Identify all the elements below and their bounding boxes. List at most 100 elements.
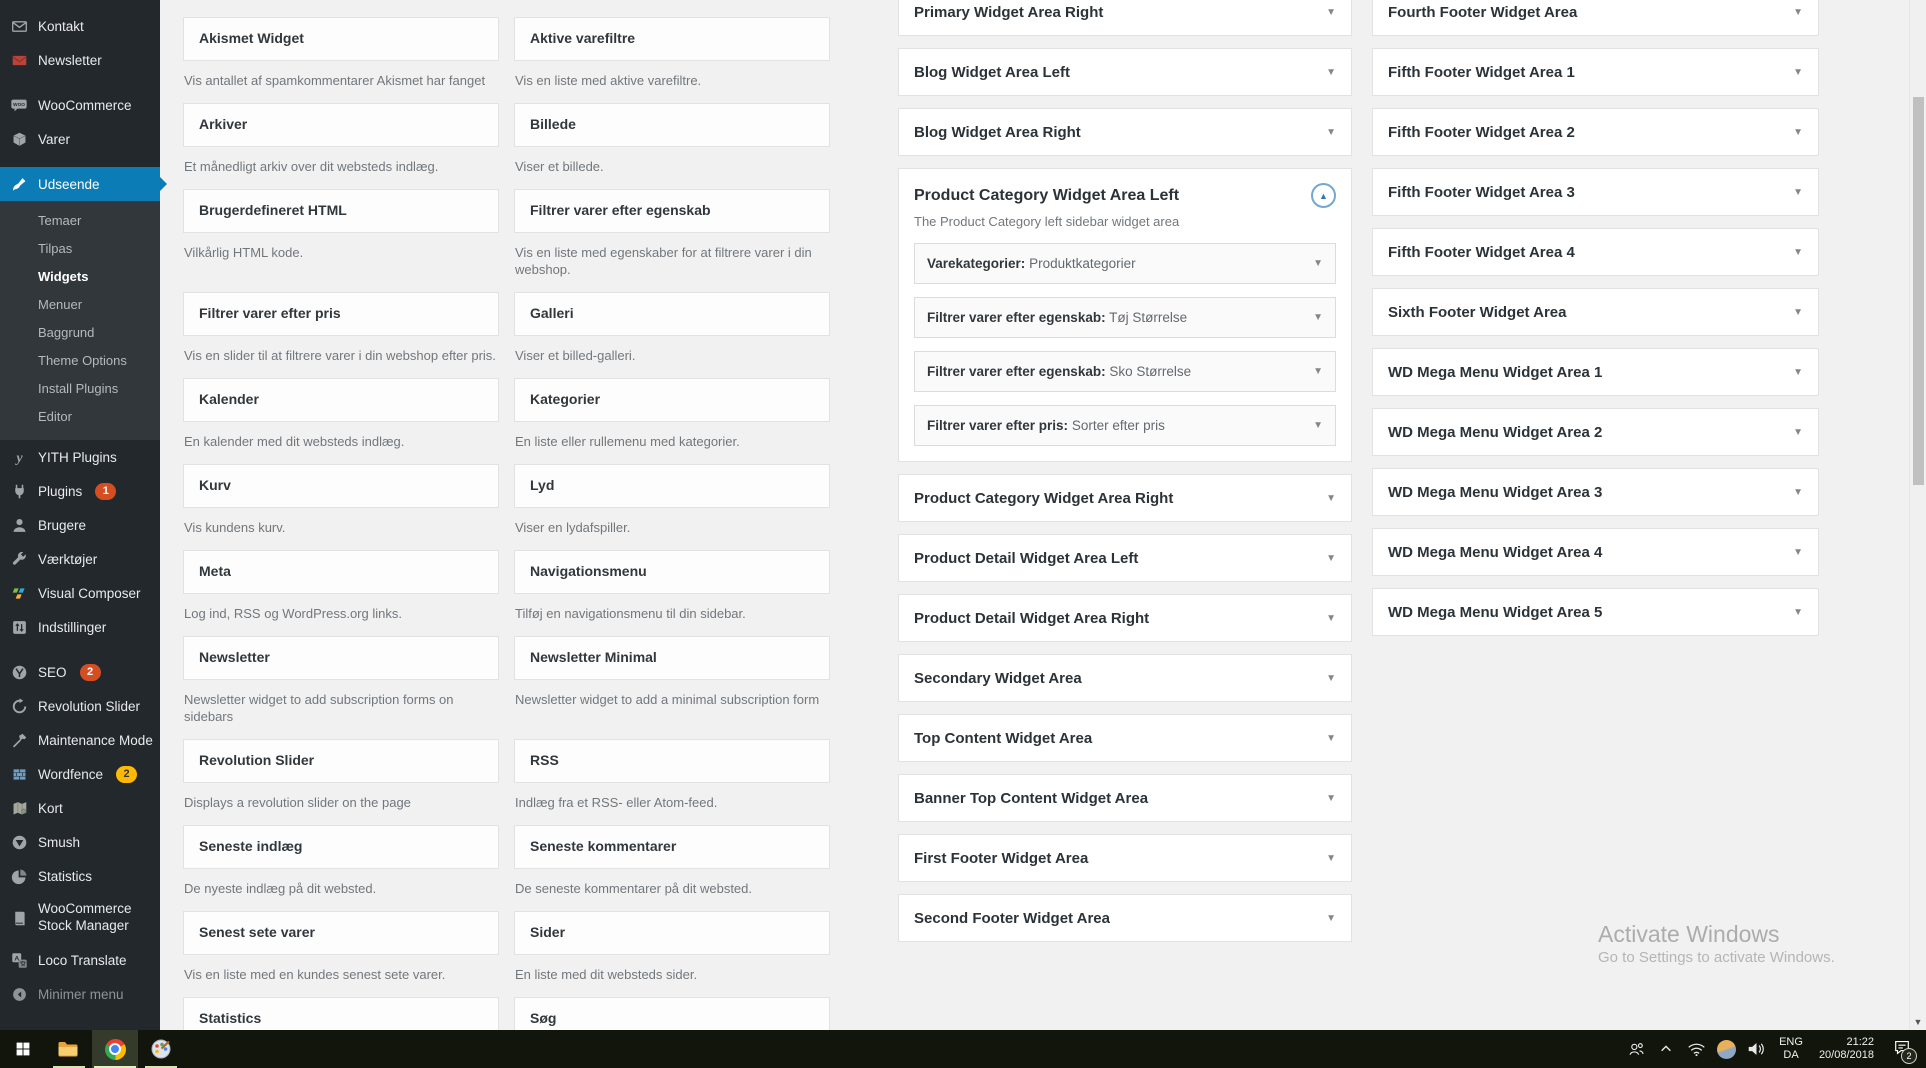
widget-area-first-footer-widget-area[interactable]: First Footer Widget Area ▼ — [898, 834, 1352, 882]
scroll-down-arrow-icon[interactable]: ▼ — [1910, 1017, 1926, 1027]
widget-card-newsletter-minimal[interactable]: Newsletter Minimal — [514, 636, 830, 680]
widget-card-brugerdefineret-html[interactable]: Brugerdefineret HTML — [183, 189, 499, 233]
sidebar-item-indstillinger[interactable]: Indstillinger — [0, 610, 160, 644]
widget-area-banner-top-content-widget-area[interactable]: Banner Top Content Widget Area ▼ — [898, 774, 1352, 822]
widget-area-top-content-widget-area[interactable]: Top Content Widget Area ▼ — [898, 714, 1352, 762]
widget-area-blog-widget-area-left[interactable]: Blog Widget Area Left ▼ — [898, 48, 1352, 96]
widget-card-kurv[interactable]: Kurv — [183, 464, 499, 508]
widget-card-søg[interactable]: Søg — [514, 997, 830, 1030]
widget-card-galleri[interactable]: Galleri — [514, 292, 830, 336]
widget-area-sixth-footer-widget-area[interactable]: Sixth Footer Widget Area ▼ — [1372, 288, 1819, 336]
sidebar-item-visual-composer[interactable]: Visual Composer — [0, 576, 160, 610]
widget-area-wd-mega-menu-widget-area-5[interactable]: WD Mega Menu Widget Area 5 ▼ — [1372, 588, 1819, 636]
widget-card-navigationsmenu[interactable]: Navigationsmenu — [514, 550, 830, 594]
sidebar-item-brugere[interactable]: Brugere — [0, 508, 160, 542]
widget-area-secondary-widget-area[interactable]: Secondary Widget Area ▼ — [898, 654, 1352, 702]
sidebar-item-minimer-menu[interactable]: Minimer menu — [0, 977, 160, 1011]
action-center-button[interactable]: 2 — [1882, 1030, 1922, 1068]
widget-card-aktive-varefiltre[interactable]: Aktive varefiltre — [514, 17, 830, 61]
vertical-scrollbar[interactable]: ▼ — [1909, 0, 1926, 1030]
sidebar-item-smush[interactable]: Smush — [0, 825, 160, 859]
widget-card-arkiver[interactable]: Arkiver — [183, 103, 499, 147]
widget-card-newsletter[interactable]: Newsletter — [183, 636, 499, 680]
start-button[interactable] — [0, 1030, 46, 1068]
widget-area-fifth-footer-widget-area-3[interactable]: Fifth Footer Widget Area 3 ▼ — [1372, 168, 1819, 216]
sidebar-item-udseende[interactable]: Udseende — [0, 167, 167, 201]
widget-card-revolution-slider[interactable]: Revolution Slider — [183, 739, 499, 783]
sidebar-subitem-editor[interactable]: Editor — [0, 403, 160, 431]
widget-card-seneste-kommentarer[interactable]: Seneste kommentarer — [514, 825, 830, 869]
sidebar-item-maintenance-mode[interactable]: Maintenance Mode — [0, 723, 160, 757]
widget-area-header[interactable]: Product Category Widget Area Left ▲ — [914, 183, 1336, 208]
taskbar-app-chrome[interactable] — [92, 1030, 138, 1068]
sidebar-subitem-install-plugins[interactable]: Install Plugins — [0, 375, 160, 403]
widget-area-description: The Product Category left sidebar widget… — [914, 214, 1180, 229]
sidebar-item-varer[interactable]: Varer — [0, 122, 160, 156]
widget-card-statistics[interactable]: Statistics — [183, 997, 499, 1030]
available-widget: Filtrer varer efter pris Vis en slider ti… — [183, 292, 499, 378]
widget-area-product-detail-widget-area-left[interactable]: Product Detail Widget Area Left ▼ — [898, 534, 1352, 582]
color-profile-button[interactable] — [1711, 1030, 1741, 1068]
area-widget-filtrer-varer-efter-egenskab-tøj-størrelse[interactable]: Filtrer varer efter egenskab: Tøj Større… — [914, 297, 1336, 338]
sidebar-item-wordfence[interactable]: Wordfence 2 — [0, 757, 160, 791]
widget-card-senest-sete-varer[interactable]: Senest sete varer — [183, 911, 499, 955]
area-widget-varekategorier-produktkategorier[interactable]: Varekategorier: Produktkategorier ▼ — [914, 243, 1336, 284]
sidebar-item-seo[interactable]: SEO 2 — [0, 655, 160, 689]
sidebar-item-revolution-slider[interactable]: Revolution Slider — [0, 689, 160, 723]
area-widget-filtrer-varer-efter-egenskab-sko-størrelse[interactable]: Filtrer varer efter egenskab: Sko Større… — [914, 351, 1336, 392]
sidebar-item-yith-plugins[interactable]: y YITH Plugins — [0, 440, 160, 474]
widget-area-wd-mega-menu-widget-area-3[interactable]: WD Mega Menu Widget Area 3 ▼ — [1372, 468, 1819, 516]
widget-card-lyd[interactable]: Lyd — [514, 464, 830, 508]
sidebar-subitem-menuer[interactable]: Menuer — [0, 291, 160, 319]
sidebar-item-woocommerce-stock-manager[interactable]: WooCommerce Stock Manager — [0, 893, 160, 943]
widget-area-second-footer-widget-area[interactable]: Second Footer Widget Area ▼ — [898, 894, 1352, 942]
sidebar-subitem-widgets[interactable]: Widgets — [0, 263, 160, 291]
widget-card-filtrer-varer-efter-pris[interactable]: Filtrer varer efter pris — [183, 292, 499, 336]
woocommerce-icon: WOO — [9, 96, 29, 114]
sidebar-item-newsletter[interactable]: Newsletter — [0, 43, 160, 77]
widget-card-rss[interactable]: RSS — [514, 739, 830, 783]
area-widget-filtrer-varer-efter-pris-sorter-efter-pris[interactable]: Filtrer varer efter pris: Sorter efter p… — [914, 405, 1336, 446]
sidebar-item-værktøjer[interactable]: Værktøjer — [0, 542, 160, 576]
widget-card-kategorier[interactable]: Kategorier — [514, 378, 830, 422]
chevron-up-button[interactable] — [1651, 1030, 1681, 1068]
widget-card-kalender[interactable]: Kalender — [183, 378, 499, 422]
clock[interactable]: 21:22 20/08/2018 — [1811, 1036, 1882, 1062]
taskbar-app-file-explorer[interactable] — [46, 1030, 92, 1068]
collapse-toggle-button[interactable]: ▲ — [1311, 183, 1336, 208]
taskbar-app-paint[interactable] — [138, 1030, 184, 1068]
language-switcher[interactable]: ENG DA — [1771, 1036, 1811, 1062]
wifi-button[interactable] — [1681, 1030, 1711, 1068]
people-button[interactable] — [1621, 1030, 1651, 1068]
widget-area-blog-widget-area-right[interactable]: Blog Widget Area Right ▼ — [898, 108, 1352, 156]
widget-area-fifth-footer-widget-area-1[interactable]: Fifth Footer Widget Area 1 ▼ — [1372, 48, 1819, 96]
sidebar-subitem-baggrund[interactable]: Baggrund — [0, 319, 160, 347]
sidebar-item-loco-translate[interactable]: A Loco Translate — [0, 943, 160, 977]
sidebar-item-kort[interactable]: Kort — [0, 791, 160, 825]
plug-icon — [9, 483, 29, 500]
widget-card-akismet-widget[interactable]: Akismet Widget — [183, 17, 499, 61]
widget-card-meta[interactable]: Meta — [183, 550, 499, 594]
widget-area-wd-mega-menu-widget-area-2[interactable]: WD Mega Menu Widget Area 2 ▼ — [1372, 408, 1819, 456]
scrollbar-thumb[interactable] — [1913, 97, 1924, 485]
widget-card-seneste-indlæg[interactable]: Seneste indlæg — [183, 825, 499, 869]
sidebar-subitem-tilpas[interactable]: Tilpas — [0, 235, 160, 263]
widget-area-primary-widget-area-right[interactable]: Primary Widget Area Right ▼ — [898, 0, 1352, 36]
widget-area-product-category-widget-area-right[interactable]: Product Category Widget Area Right ▼ — [898, 474, 1352, 522]
widget-card-billede[interactable]: Billede — [514, 103, 830, 147]
sidebar-subitem-temaer[interactable]: Temaer — [0, 207, 160, 235]
widget-area-fourth-footer-widget-area[interactable]: Fourth Footer Widget Area ▼ — [1372, 0, 1819, 36]
widget-card-filtrer-varer-efter-egenskab[interactable]: Filtrer varer efter egenskab — [514, 189, 830, 233]
sidebar-item-woocommerce[interactable]: WOO WooCommerce — [0, 88, 160, 122]
sidebar-item-statistics[interactable]: Statistics — [0, 859, 160, 893]
widget-area-wd-mega-menu-widget-area-1[interactable]: WD Mega Menu Widget Area 1 ▼ — [1372, 348, 1819, 396]
widget-area-product-detail-widget-area-right[interactable]: Product Detail Widget Area Right ▼ — [898, 594, 1352, 642]
speaker-button[interactable] — [1741, 1030, 1771, 1068]
sidebar-subitem-theme-options[interactable]: Theme Options — [0, 347, 160, 375]
widget-area-fifth-footer-widget-area-2[interactable]: Fifth Footer Widget Area 2 ▼ — [1372, 108, 1819, 156]
sidebar-item-plugins[interactable]: Plugins 1 — [0, 474, 160, 508]
widget-area-fifth-footer-widget-area-4[interactable]: Fifth Footer Widget Area 4 ▼ — [1372, 228, 1819, 276]
widget-area-wd-mega-menu-widget-area-4[interactable]: WD Mega Menu Widget Area 4 ▼ — [1372, 528, 1819, 576]
widget-card-sider[interactable]: Sider — [514, 911, 830, 955]
sidebar-item-kontakt[interactable]: Kontakt — [0, 9, 160, 43]
